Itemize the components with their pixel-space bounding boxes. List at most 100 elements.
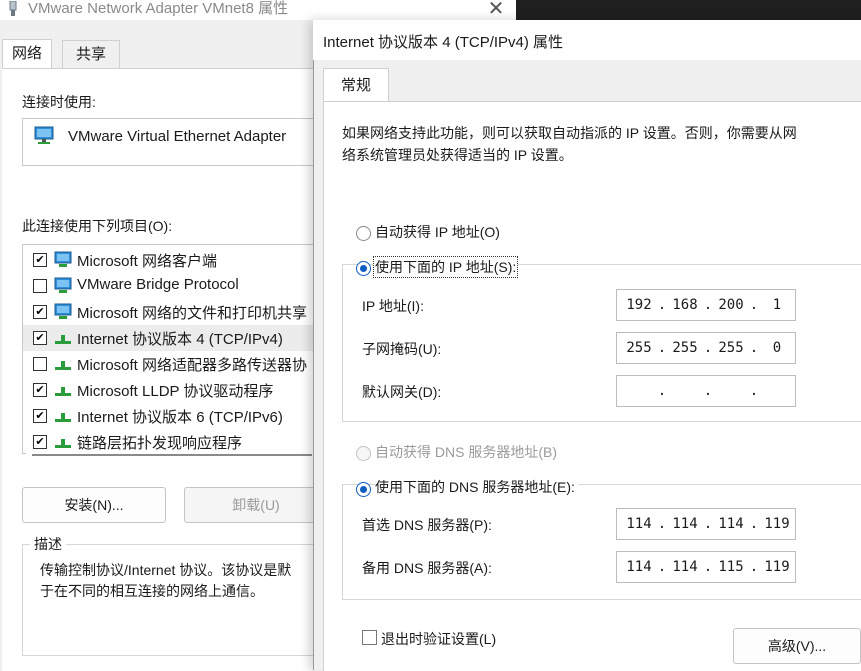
- octet-dot: .: [703, 559, 713, 575]
- list-item-label: Microsoft 网络客户端: [77, 253, 218, 270]
- list-item[interactable]: VMware Bridge Protocol: [23, 273, 323, 299]
- dns-octet: 114: [672, 559, 698, 575]
- advanced-button[interactable]: 高级(V)...: [733, 628, 861, 664]
- subnet-mask-input[interactable]: 255 . 255 . 255 . 0: [616, 332, 796, 364]
- desktop-background: [516, 0, 861, 20]
- list-item-label: VMware Bridge Protocol: [77, 276, 239, 293]
- manual-ip-label[interactable]: 使用下面的 IP 地址(S):: [373, 256, 519, 278]
- ip-octet: 192: [626, 297, 652, 313]
- default-gateway-label: 默认网关(D):: [362, 384, 442, 400]
- octet-dot: .: [703, 297, 713, 313]
- adapter-name: VMware Virtual Ethernet Adapter: [68, 128, 287, 145]
- dialog-title: Internet 协议版本 4 (TCP/IPv4) 属性: [323, 34, 564, 51]
- tab-network[interactable]: 网络: [2, 39, 52, 69]
- list-item-label: Microsoft LLDP 协议驱动程序: [77, 383, 274, 400]
- checkbox[interactable]: ✔: [33, 435, 47, 449]
- install-button[interactable]: 安装(N)...: [22, 487, 166, 523]
- octet-dot: .: [749, 383, 759, 399]
- manual-dns-radio[interactable]: [356, 482, 371, 497]
- list-item[interactable]: ✔ Microsoft LLDP 协议驱动程序: [23, 377, 323, 403]
- preferred-dns-label: 首选 DNS 服务器(P):: [362, 517, 492, 533]
- octet-dot: .: [703, 516, 713, 532]
- auto-ip-radio[interactable]: [356, 226, 371, 241]
- list-item[interactable]: Microsoft 网络适配器多路传送器协: [23, 351, 323, 377]
- auto-ip-label[interactable]: 自动获得 IP 地址(O): [375, 222, 500, 242]
- checkbox[interactable]: ✔: [33, 253, 47, 267]
- connection-items-list[interactable]: ✔ Microsoft 网络客户端 VMware Bridge Protocol…: [22, 244, 324, 454]
- octet-dot: .: [703, 383, 713, 399]
- alternate-dns-input[interactable]: 114 . 114 . 115 . 119: [616, 551, 796, 583]
- network-adapter-icon: [9, 1, 17, 16]
- checkbox[interactable]: [33, 279, 47, 293]
- tab-general[interactable]: 常规: [323, 68, 389, 103]
- network-client-icon: [54, 277, 72, 293]
- subnet-octet: 255: [626, 340, 652, 356]
- description-text: 传输控制协议/Internet 协议。该协议是默 于在不同的相互连接的网络上通信…: [40, 562, 292, 599]
- octet-dot: .: [657, 383, 667, 399]
- dns-octet: 114: [672, 516, 698, 532]
- octet-dot: .: [749, 516, 759, 532]
- network-client-icon: [54, 303, 72, 319]
- connect-using-label: 连接时使用:: [22, 94, 96, 110]
- uninstall-button[interactable]: 卸载(U): [184, 487, 328, 523]
- network-client-icon: [54, 251, 72, 267]
- protocol-icon: [55, 413, 71, 422]
- preferred-dns-input[interactable]: 114 . 114 . 114 . 119: [616, 508, 796, 540]
- dns-octet: 119: [764, 516, 790, 532]
- octet-dot: .: [749, 340, 759, 356]
- dns-octet: 119: [764, 559, 790, 575]
- ip-address-input[interactable]: 192 . 168 . 200 . 1: [616, 289, 796, 321]
- auto-dns-radio[interactable]: [356, 446, 371, 461]
- protocol-icon: [55, 361, 71, 370]
- octet-dot: .: [657, 297, 667, 313]
- ip-address-label: IP 地址(I):: [362, 298, 424, 314]
- validate-on-exit-label[interactable]: 退出时验证设置(L): [381, 629, 496, 649]
- auto-dns-label[interactable]: 自动获得 DNS 服务器地址(B): [375, 442, 557, 462]
- octet-dot: .: [703, 340, 713, 356]
- checkbox[interactable]: ✔: [33, 331, 47, 345]
- connection-items-label: 此连接使用下列项目(O):: [22, 218, 173, 234]
- subnet-octet: 255: [718, 340, 744, 356]
- subnet-octet: 255: [672, 340, 698, 356]
- list-item-label: Internet 协议版本 4 (TCP/IPv4): [77, 331, 283, 348]
- octet-dot: .: [657, 340, 667, 356]
- ip-octet: 168: [672, 297, 698, 313]
- list-item[interactable]: ✔ Internet 协议版本 6 (TCP/IPv6): [23, 403, 323, 429]
- protocol-icon: [55, 335, 71, 344]
- dns-octet: 114: [718, 516, 744, 532]
- validate-on-exit-checkbox[interactable]: [362, 630, 377, 645]
- protocol-icon: [55, 439, 71, 448]
- list-item-label: Microsoft 网络适配器多路传送器协: [77, 357, 308, 374]
- description-legend: 描述: [30, 534, 66, 554]
- subnet-octet: 0: [772, 340, 782, 356]
- checkbox[interactable]: ✔: [33, 305, 47, 319]
- list-item[interactable]: ✔ Microsoft 网络客户端: [23, 247, 323, 273]
- intro-text: 如果网络支持此功能，则可以获取自动指派的 IP 设置。否则，你需要从网 络系统管…: [342, 125, 797, 163]
- octet-dot: .: [749, 297, 759, 313]
- list-item[interactable]: ✔ Microsoft 网络的文件和打印机共享: [23, 299, 323, 325]
- dns-octet: 115: [718, 559, 744, 575]
- list-item-label: Internet 协议版本 6 (TCP/IPv6): [77, 409, 283, 426]
- subnet-mask-label: 子网掩码(U):: [362, 341, 442, 357]
- list-item-selected[interactable]: ✔ Internet 协议版本 4 (TCP/IPv4): [23, 325, 323, 351]
- dns-octet: 114: [626, 516, 652, 532]
- horizontal-scrollbar[interactable]: [26, 450, 322, 460]
- close-icon[interactable]: ✕: [478, 0, 514, 20]
- manual-dns-label[interactable]: 使用下面的 DNS 服务器地址(E):: [375, 477, 578, 497]
- ip-octet: 200: [718, 297, 744, 313]
- octet-dot: .: [657, 516, 667, 532]
- default-gateway-input[interactable]: . . .: [616, 375, 796, 407]
- tab-sharing[interactable]: 共享: [62, 40, 120, 69]
- checkbox[interactable]: ✔: [33, 409, 47, 423]
- protocol-icon: [55, 387, 71, 396]
- checkbox[interactable]: [33, 357, 47, 371]
- adapter-window-title: VMware Network Adapter VMnet8 属性: [28, 0, 289, 17]
- manual-ip-radio[interactable]: [356, 261, 371, 276]
- alternate-dns-label: 备用 DNS 服务器(A):: [362, 560, 492, 576]
- dns-octet: 114: [626, 559, 652, 575]
- list-item-label: Microsoft 网络的文件和打印机共享: [77, 305, 308, 322]
- ip-octet: 1: [772, 297, 782, 313]
- octet-dot: .: [657, 559, 667, 575]
- octet-dot: .: [749, 559, 759, 575]
- checkbox[interactable]: ✔: [33, 383, 47, 397]
